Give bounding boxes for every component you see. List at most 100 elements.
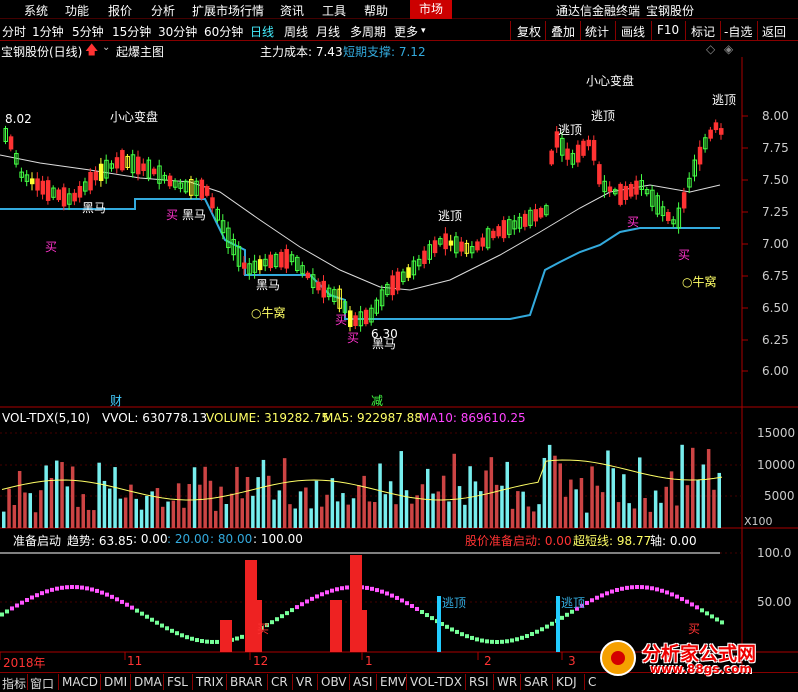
osc-axis-tick: 50.00 <box>757 595 792 609</box>
candle-body <box>8 136 14 150</box>
tab-vol-tdx[interactable]: VOL-TDX <box>410 675 462 689</box>
osc-point <box>190 636 194 641</box>
osc-point <box>625 585 629 590</box>
tab-macd[interactable]: MACD <box>62 675 98 689</box>
candle-body <box>363 309 369 325</box>
tab-obv[interactable]: OBV <box>321 675 347 689</box>
candle-body <box>353 315 358 326</box>
tab-dma[interactable]: DMA <box>134 675 162 689</box>
kline-chart[interactable] <box>0 0 798 672</box>
volume-bar <box>251 495 255 528</box>
osc-point <box>125 602 129 607</box>
volume-bar <box>28 493 32 528</box>
osc-point <box>670 592 674 597</box>
tab-indicator[interactable]: 指标 <box>2 675 26 692</box>
osc-point <box>280 614 284 619</box>
tab-c[interactable]: C <box>588 675 596 689</box>
candle-body <box>448 240 454 246</box>
osc-point <box>320 592 324 597</box>
osc-point <box>80 585 84 590</box>
volume-bar <box>516 491 520 528</box>
site-watermark: 分析家公式网 www.88gs.com <box>598 638 788 678</box>
volume-bar <box>606 450 610 528</box>
osc-point <box>270 620 274 625</box>
candle-body <box>581 140 586 156</box>
escape-label: 逃顶 <box>712 93 737 107</box>
tab-divider <box>552 674 553 690</box>
tab-window[interactable]: 窗口 <box>30 675 54 692</box>
osc-red-bar <box>355 610 367 652</box>
osc-point <box>210 639 214 644</box>
volume-indicator-name[interactable]: VOL-TDX(5,10) <box>2 411 90 425</box>
candle-body <box>634 180 639 195</box>
osc-indicator-name[interactable]: 准备启动 <box>13 532 61 549</box>
osc-point <box>640 585 644 590</box>
osc-point <box>430 616 434 621</box>
osc-point <box>615 587 619 592</box>
candle-body <box>30 178 35 185</box>
osc-point <box>390 593 394 598</box>
tab-kdj[interactable]: KDJ <box>556 675 577 689</box>
osc-point <box>290 608 294 613</box>
candle-body <box>114 157 120 169</box>
candle-body <box>167 175 173 187</box>
volume-axis-tick: 10000 <box>757 458 796 472</box>
escape-label: 逃顶 <box>558 123 583 137</box>
tab-emv[interactable]: EMV <box>380 675 406 689</box>
osc-point <box>705 611 709 616</box>
tab-wr[interactable]: WR <box>497 675 517 689</box>
osc-point <box>530 632 534 637</box>
tab-dmi[interactable]: DMI <box>104 675 127 689</box>
osc-point <box>295 605 299 610</box>
candle-body <box>719 128 724 135</box>
candle-body <box>666 212 671 221</box>
volume-bar <box>500 485 504 528</box>
osc-point <box>455 629 459 634</box>
candle-body <box>591 140 597 161</box>
volume-bar <box>33 512 38 528</box>
candle-body <box>61 187 67 207</box>
candle-body <box>199 179 205 199</box>
tab-rsi[interactable]: RSI <box>469 675 489 689</box>
volume-bar <box>383 494 388 528</box>
tab-fsl[interactable]: FSL <box>167 675 188 689</box>
volume-bar <box>134 498 138 528</box>
candle-body <box>316 281 321 291</box>
volume-bar <box>298 491 303 528</box>
volume-bar <box>272 499 276 528</box>
volume-bar <box>357 485 361 528</box>
tab-divider <box>584 674 585 690</box>
candle-body <box>348 310 353 327</box>
osc-point <box>500 639 504 644</box>
volume-bar <box>12 504 17 528</box>
volume-bar <box>192 467 197 528</box>
osc-point <box>605 591 609 596</box>
y-axis-tick: 6.00 <box>762 364 789 378</box>
osc-point <box>475 637 479 642</box>
osc-point <box>160 623 164 628</box>
volume-bar <box>330 478 335 528</box>
candle-body <box>713 122 719 131</box>
tab-sar[interactable]: SAR <box>524 675 548 689</box>
tab-divider <box>100 674 101 690</box>
volume-bar <box>378 463 382 528</box>
osc-point <box>335 587 339 592</box>
osc-point <box>395 595 399 600</box>
tab-trix[interactable]: TRIX <box>196 675 223 689</box>
osc-point <box>550 621 554 626</box>
osc-point <box>495 639 499 644</box>
volume-bar <box>17 470 22 528</box>
volume-bar <box>108 488 112 528</box>
osc-point <box>715 617 719 622</box>
tab-divider <box>267 674 268 690</box>
osc-point <box>565 612 569 617</box>
osc-point <box>285 611 289 616</box>
osc-point <box>650 586 654 591</box>
volume-value: VOLUME: 319282.75 <box>206 411 329 425</box>
tab-brar[interactable]: BRAR <box>230 675 263 689</box>
tab-cr[interactable]: CR <box>271 675 288 689</box>
tab-vr[interactable]: VR <box>296 675 313 689</box>
candle-body <box>708 129 713 139</box>
tab-asi[interactable]: ASI <box>353 675 372 689</box>
candle-body <box>279 251 284 268</box>
